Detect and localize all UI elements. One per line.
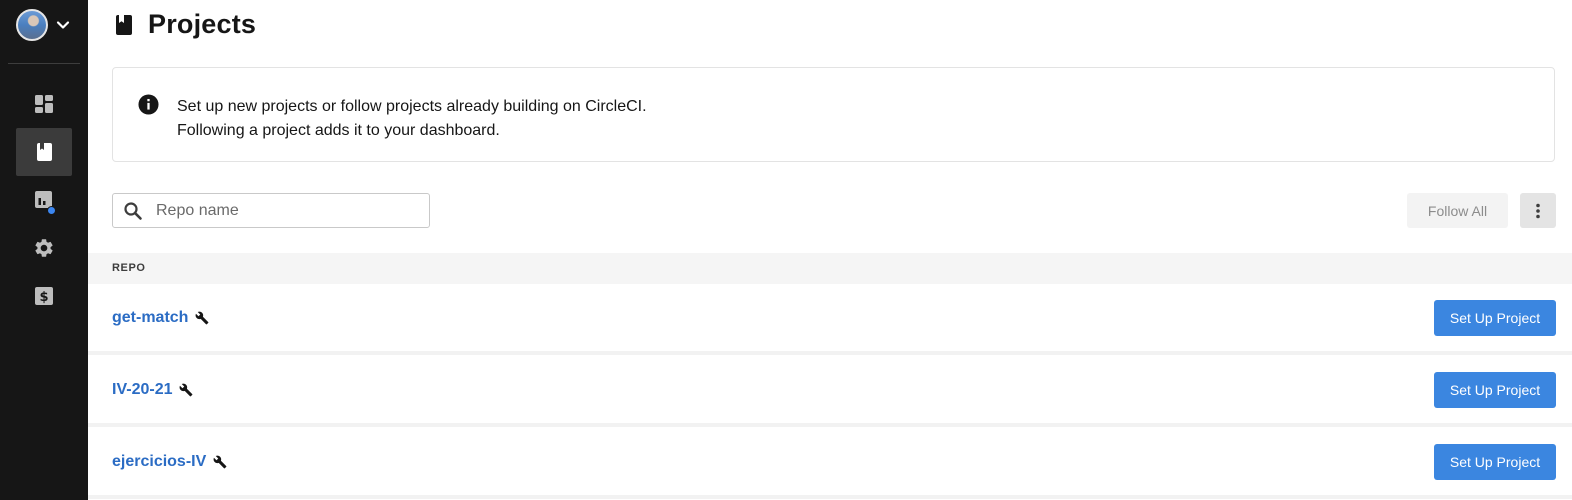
sidebar: $ bbox=[0, 0, 88, 500]
chevron-down-icon[interactable] bbox=[56, 18, 70, 32]
repo-link[interactable]: get-match bbox=[112, 309, 188, 327]
sidebar-item-projects[interactable] bbox=[16, 128, 72, 176]
info-text: Set up new projects or follow projects a… bbox=[177, 95, 647, 143]
repo-link[interactable]: ejercicios-IV bbox=[112, 453, 206, 471]
wrench-icon bbox=[196, 311, 209, 325]
follow-all-button[interactable]: Follow All bbox=[1407, 193, 1508, 228]
search-icon bbox=[124, 201, 142, 220]
repo-link[interactable]: IV-20-21 bbox=[112, 381, 172, 399]
page-header: Projects bbox=[114, 9, 256, 40]
sidebar-item-plan[interactable]: $ bbox=[16, 272, 72, 320]
more-options-button[interactable] bbox=[1520, 193, 1556, 228]
app-window: $ Projects Set up new projects or follow… bbox=[0, 0, 1572, 500]
info-line-2: Following a project adds it to your dash… bbox=[177, 122, 500, 139]
table-row: IV-20-21 Set Up Project bbox=[88, 356, 1572, 427]
gear-icon bbox=[35, 239, 53, 257]
more-vertical-icon bbox=[1536, 203, 1540, 218]
main-content: Projects Set up new projects or follow p… bbox=[88, 0, 1572, 500]
sidebar-item-settings[interactable] bbox=[16, 224, 72, 272]
info-line-1: Set up new projects or follow projects a… bbox=[177, 98, 647, 115]
table-header: REPO bbox=[88, 253, 1572, 284]
svg-text:$: $ bbox=[39, 290, 48, 305]
page-title: Projects bbox=[148, 9, 257, 39]
search-input[interactable] bbox=[154, 200, 418, 221]
avatar[interactable] bbox=[16, 9, 48, 41]
notification-dot bbox=[47, 206, 56, 215]
set-up-project-button[interactable]: Set Up Project bbox=[1434, 372, 1556, 408]
repo-cell: ejercicios-IV bbox=[112, 453, 227, 471]
set-up-project-button[interactable]: Set Up Project bbox=[1434, 300, 1556, 336]
dollar-icon: $ bbox=[35, 287, 53, 305]
repo-cell: IV-20-21 bbox=[112, 381, 193, 399]
repo-cell: get-match bbox=[112, 309, 209, 327]
info-icon bbox=[138, 94, 159, 115]
info-banner: Set up new projects or follow projects a… bbox=[112, 67, 1555, 162]
sidebar-divider bbox=[8, 63, 80, 64]
table-row: get-match Set Up Project bbox=[88, 284, 1572, 355]
book-icon bbox=[116, 14, 132, 35]
account-switcher[interactable] bbox=[16, 9, 70, 41]
set-up-project-button[interactable]: Set Up Project bbox=[1434, 444, 1556, 480]
book-icon bbox=[37, 143, 52, 161]
sidebar-item-dashboard[interactable] bbox=[16, 80, 72, 128]
column-header-repo: REPO bbox=[112, 262, 146, 274]
search-box[interactable] bbox=[112, 193, 430, 228]
wrench-icon bbox=[180, 383, 193, 397]
sidebar-item-insights[interactable] bbox=[16, 176, 72, 224]
table-row: ejercicios-IV Set Up Project bbox=[88, 428, 1572, 499]
dashboard-icon bbox=[35, 95, 53, 113]
wrench-icon bbox=[213, 455, 227, 469]
